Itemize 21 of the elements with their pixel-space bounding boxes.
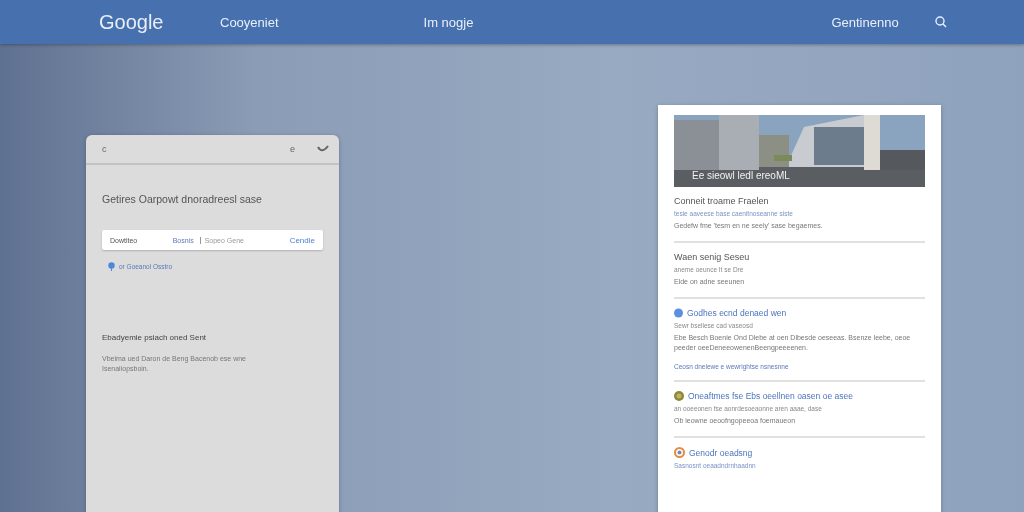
nav-link[interactable]: Im nogje bbox=[423, 14, 474, 30]
search-icon[interactable] bbox=[934, 16, 947, 28]
logo[interactable]: Google bbox=[99, 10, 220, 34]
hook-icon[interactable] bbox=[317, 144, 329, 154]
pin-icon bbox=[108, 262, 115, 271]
section-title[interactable]: Godhes ecnd denaed wen bbox=[687, 308, 787, 318]
panel-label: c bbox=[102, 144, 107, 154]
coin-icon bbox=[674, 391, 684, 401]
profile-icon bbox=[674, 447, 685, 458]
section-title[interactable]: Oneaftmes fse Ebs oeellnen oasen oe asee bbox=[688, 391, 853, 401]
section-heading: Ebadyemie psiach oned Sent bbox=[102, 333, 208, 342]
panel-title: Getires Oarpowt dnoradreesl sase bbox=[102, 193, 263, 205]
nav-link[interactable]: Cooyeniet bbox=[220, 14, 279, 30]
panel-label: e bbox=[290, 144, 295, 154]
image-caption: Ee sieowl ledl ereoML bbox=[692, 170, 790, 181]
search-link[interactable]: Cendie bbox=[289, 235, 315, 245]
nav-link[interactable]: Gentinenno bbox=[831, 14, 899, 30]
drop-icon bbox=[674, 308, 683, 318]
section-title: Waen senig Seseu bbox=[674, 252, 750, 262]
section-title[interactable]: Genodr oeadsng bbox=[689, 447, 753, 458]
card-title: Conneit troame Fraelen bbox=[674, 196, 770, 206]
